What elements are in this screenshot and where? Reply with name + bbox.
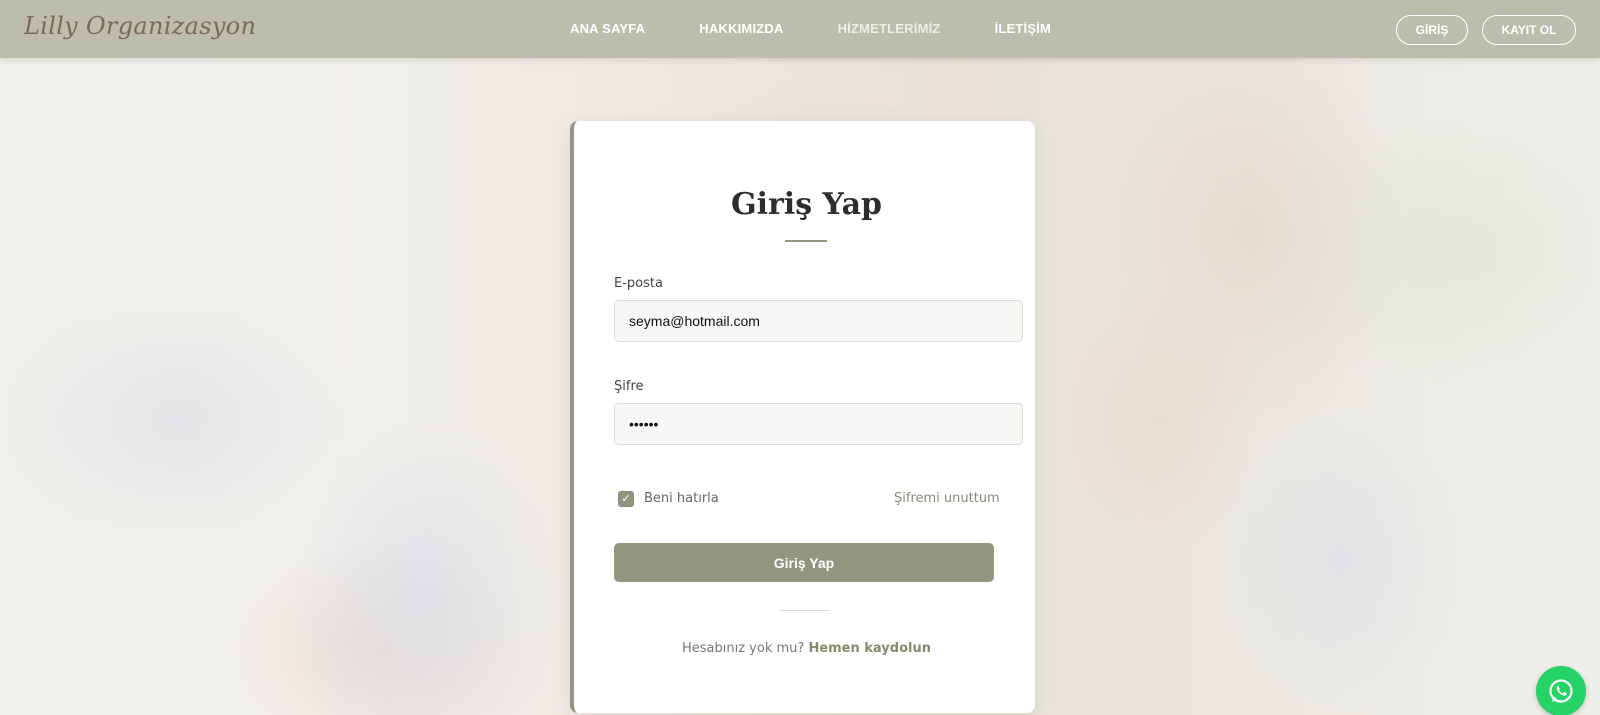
whatsapp-icon <box>1549 679 1573 703</box>
email-field[interactable] <box>614 300 1023 342</box>
nav-iletisim[interactable]: İLETİŞİM <box>995 21 1052 36</box>
site-header: Lilly Organizasyon ANA SAYFA HAKKIMIZDA … <box>0 0 1600 58</box>
whatsapp-button[interactable] <box>1536 666 1586 715</box>
checkmark-icon: ✓ <box>621 492 631 505</box>
nav-hizmetlerimiz[interactable]: HİZMETLERİMİZ <box>838 21 941 36</box>
submit-login-button[interactable]: Giriş Yap <box>614 543 994 582</box>
register-button[interactable]: KAYIT OL <box>1482 15 1576 45</box>
password-label: Şifre <box>614 379 644 394</box>
signup-prompt: Hesabınız yok mu? Hemen kaydolun <box>574 641 1039 656</box>
title-divider <box>785 240 827 242</box>
forgot-password-link[interactable]: Şifremi unuttum <box>894 491 1000 506</box>
nav-hakkimizda[interactable]: HAKKIMIZDA <box>699 21 783 36</box>
remember-checkbox[interactable]: ✓ <box>618 491 634 507</box>
form-separator <box>780 610 830 611</box>
main-nav: ANA SAYFA HAKKIMIZDA HİZMETLERİMİZ İLETİ… <box>570 21 1105 36</box>
password-field[interactable] <box>614 403 1023 445</box>
signup-link[interactable]: Hemen kaydolun <box>808 641 931 656</box>
login-button[interactable]: GİRİŞ <box>1396 15 1468 45</box>
remember-label[interactable]: Beni hatırla <box>644 491 719 506</box>
email-label: E-posta <box>614 276 663 291</box>
login-title: Giriş Yap <box>730 187 883 222</box>
signup-prompt-text: Hesabınız yok mu? <box>682 641 805 656</box>
nav-ana-sayfa[interactable]: ANA SAYFA <box>570 21 645 36</box>
login-card: Giriş Yap E-posta Şifre ✓ Beni hatırla Ş… <box>570 121 1035 713</box>
site-logo[interactable]: Lilly Organizasyon <box>24 12 256 40</box>
